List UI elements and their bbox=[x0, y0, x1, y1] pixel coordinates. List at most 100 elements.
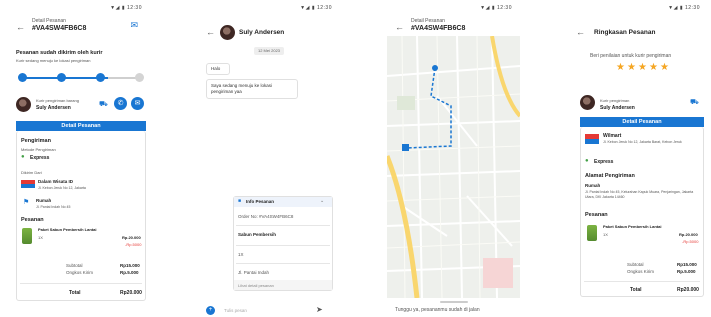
card-title: Info Pesanan bbox=[246, 199, 275, 204]
chevron-down-icon[interactable]: ⌄ bbox=[320, 198, 324, 204]
item-price: Rp.20.000 bbox=[122, 235, 141, 240]
message-text: Halo bbox=[211, 66, 221, 71]
status-bar: ▼◢ ▮ 12:30 bbox=[198, 0, 340, 14]
divider bbox=[236, 225, 330, 226]
shipping-method: Express bbox=[594, 159, 614, 165]
to-name: Rumah bbox=[36, 198, 52, 203]
shipping-fee-value: Rp.5.000 bbox=[120, 270, 139, 275]
step-3-dot bbox=[96, 73, 105, 82]
total-label: Total bbox=[69, 290, 81, 296]
star-icon[interactable]: ★ bbox=[638, 62, 647, 73]
order-id: #VA4SW4FB6C8 bbox=[411, 25, 466, 32]
card-item: Sabun Pembersih bbox=[238, 232, 277, 237]
item-qty: 1X bbox=[38, 235, 43, 240]
courier-role: Kurir pengiriman bbox=[600, 98, 630, 103]
app-header: ← Detail Pesanan #VA4SW4FB6C8 ✉ bbox=[8, 14, 150, 44]
location-pin-icon: ⚑ bbox=[23, 199, 30, 206]
total-value: Rp20.000 bbox=[677, 287, 699, 293]
order-summary-screen: ▼◢ ▮ 12:30 ← Ringkasan Pesanan Beri peni… bbox=[568, 0, 708, 317]
sheet-handle[interactable] bbox=[440, 301, 468, 303]
shipping-fee-label: Ongkos Kirim bbox=[627, 269, 655, 274]
item-discount: -Rp.5000 bbox=[125, 242, 142, 247]
message-input[interactable]: Tulis pesan bbox=[224, 308, 247, 313]
back-arrow-icon[interactable]: ← bbox=[395, 22, 404, 32]
status-bar: ▼◢ ▮ 12:30 bbox=[387, 0, 520, 14]
shipping-method-label: Metode Pengiriman bbox=[21, 147, 56, 152]
store-logo-icon bbox=[585, 134, 599, 144]
express-icon: ● bbox=[585, 158, 589, 164]
back-arrow-icon[interactable]: ← bbox=[576, 27, 585, 37]
header-subtitle: Detail Pesanan bbox=[32, 18, 66, 24]
address-label: Rumah bbox=[585, 183, 601, 188]
courier-name: Suly Andersen bbox=[36, 105, 71, 111]
courier-marker bbox=[402, 144, 409, 151]
shipping-fee-value: Rp.5.000 bbox=[677, 269, 696, 274]
item-discount: -Rp.5000 bbox=[682, 239, 699, 244]
to-address: Jl. Pantai Indah No 45 bbox=[36, 205, 71, 209]
message-bubble: Saya sedang menuju ke lokasi pengiriman … bbox=[206, 79, 298, 99]
delivery-map[interactable] bbox=[387, 36, 520, 298]
order-info-card[interactable] bbox=[233, 196, 333, 291]
contact-name: Suly Andersen bbox=[239, 29, 285, 36]
subtotal-label: Subtotal bbox=[66, 263, 83, 268]
back-arrow-icon[interactable]: ← bbox=[206, 27, 215, 37]
order-section-title: Pesanan bbox=[21, 217, 44, 223]
status-bar: ▼◢ ▮ 12:30 bbox=[568, 0, 708, 14]
star-icon[interactable]: ★ bbox=[660, 62, 669, 73]
card-order-row: Order No: #VA4SW4FB6C8 bbox=[238, 214, 294, 219]
total-value: Rp20.000 bbox=[120, 290, 142, 296]
message-icon[interactable]: ✉ bbox=[131, 97, 144, 110]
store-logo-icon bbox=[21, 180, 35, 188]
divider bbox=[236, 263, 330, 264]
status-time: ▼◢ ▮ 12:30 bbox=[110, 5, 142, 11]
message-text: Saya sedang menuju ke lokasi pengiriman … bbox=[211, 83, 273, 94]
page-title: Ringkasan Pesanan bbox=[594, 29, 656, 36]
divider bbox=[584, 281, 700, 282]
detail-order-button[interactable]: Detail Pesanan bbox=[16, 121, 146, 131]
chat-icon[interactable]: ✉ bbox=[130, 20, 138, 31]
product-image bbox=[587, 225, 597, 241]
card-address: Jl. Pantai Indah bbox=[238, 270, 270, 275]
attach-icon[interactable]: + bbox=[206, 306, 215, 315]
courier-name: Suly Andersen bbox=[600, 105, 635, 111]
divider bbox=[236, 245, 330, 246]
tracking-message: Tunggu ya, pesananmu sudah di jalan bbox=[395, 307, 480, 313]
order-detail-screen: ▼◢ ▮ 12:30 ← Detail Pesanan #VA4SW4FB6C8… bbox=[8, 0, 150, 317]
store-address: Jl. Kebon Jeruk No 12, Jakarta Barat, Ke… bbox=[603, 140, 682, 144]
courier-avatar bbox=[16, 97, 31, 112]
from-address: Jl. Kebon Jeruk No 12, Jakarta bbox=[38, 186, 86, 190]
map-svg bbox=[387, 36, 520, 298]
item-name: Paket Sabun Pembersih Lantai bbox=[603, 224, 662, 229]
from-label: Dikirim Dari bbox=[21, 170, 42, 175]
chat-screen: ▼◢ ▮ 12:30 ← Suly Andersen 12 Mei 2023 H… bbox=[198, 0, 340, 317]
truck-icon: ⛟ bbox=[99, 101, 108, 108]
item-qty: 1X bbox=[603, 232, 608, 237]
box-icon: ■ bbox=[238, 198, 242, 204]
card-footer-link[interactable]: Lihat detail pesanan bbox=[238, 283, 274, 288]
building-area bbox=[483, 258, 513, 288]
order-id: #VA4SW4FB6C8 bbox=[32, 25, 87, 32]
destination-marker bbox=[432, 65, 438, 71]
status-time: ▼◢ ▮ 12:30 bbox=[300, 5, 332, 11]
address-text: Jl. Pantai Indah No 45, Kelurahan Kapuk … bbox=[585, 190, 694, 199]
item-name: Paket Sabun Pembersih Lantai bbox=[38, 227, 97, 232]
step-4-dot bbox=[135, 73, 144, 82]
shipping-method: Express bbox=[30, 155, 50, 161]
store-name: Wilmart bbox=[603, 133, 622, 139]
star-icon[interactable]: ★ bbox=[649, 62, 658, 73]
express-icon: ● bbox=[21, 154, 25, 160]
date-chip: 12 Mei 2023 bbox=[254, 47, 285, 55]
star-icon[interactable]: ★ bbox=[627, 62, 636, 73]
order-section-title: Pesanan bbox=[585, 212, 608, 218]
send-icon[interactable]: ➤ bbox=[316, 305, 323, 314]
rating-prompt: Beri penilaian untuk kurir pengiriman bbox=[590, 53, 672, 59]
phone-icon[interactable]: ✆ bbox=[114, 97, 127, 110]
contact-avatar bbox=[220, 25, 235, 40]
subtotal-value: Rp15.000 bbox=[677, 262, 697, 267]
star-icon[interactable]: ★ bbox=[616, 62, 625, 73]
status-title: Pesanan sudah dikirim oleh kurir bbox=[16, 50, 103, 56]
message-bubble: Halo bbox=[206, 63, 230, 75]
back-arrow-icon[interactable]: ← bbox=[16, 22, 25, 32]
detail-order-button[interactable]: Detail Pesanan bbox=[580, 117, 704, 127]
card-qty: 1X bbox=[238, 252, 244, 257]
